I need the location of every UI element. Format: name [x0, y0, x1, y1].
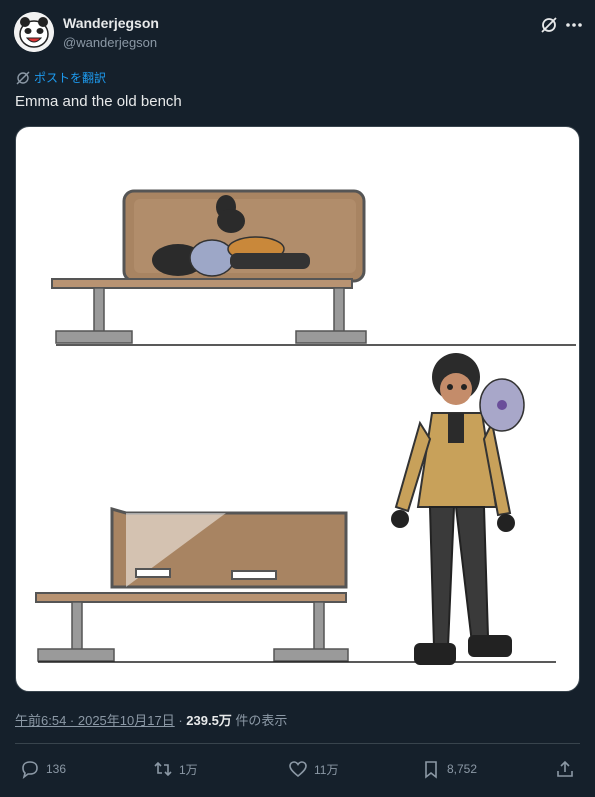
- share-icon: [557, 760, 573, 777]
- bookmark-button[interactable]: 8,752: [421, 755, 477, 783]
- post-meta: 午前6:54 · 2025年10月17日 · 239.5万 件の表示: [15, 710, 287, 729]
- view-count: 239.5万: [186, 713, 232, 728]
- post-text: Emma and the old bench: [15, 93, 182, 110]
- author-names[interactable]: Wanderjegson @wanderjegson: [63, 14, 159, 52]
- timestamp-link[interactable]: 午前6:54 · 2025年10月17日: [15, 713, 175, 728]
- grok-icon[interactable]: [540, 16, 558, 34]
- display-name[interactable]: Wanderjegson: [63, 14, 159, 32]
- handle[interactable]: @wanderjegson: [63, 34, 159, 52]
- standing-emma: [391, 353, 525, 665]
- like-button[interactable]: 11万: [288, 755, 338, 783]
- reply-button[interactable]: 136: [20, 755, 66, 783]
- translate-label[interactable]: ポストを翻訳: [34, 69, 106, 86]
- avatar[interactable]: [14, 12, 54, 52]
- like-icon: [289, 761, 307, 778]
- bookmark-icon: [425, 761, 437, 779]
- share-button[interactable]: [555, 755, 575, 783]
- top-bench: [51, 189, 576, 346]
- repost-icon: [154, 761, 172, 777]
- post-header: Wanderjegson @wanderjegson: [14, 10, 584, 54]
- translate-icon: [16, 71, 30, 84]
- reply-icon: [22, 761, 38, 779]
- action-bar: 136 1万 11万 8,752: [15, 755, 580, 783]
- translate-post-link[interactable]: ポストを翻訳: [16, 69, 106, 86]
- reply-count: 136: [46, 762, 67, 776]
- post-image[interactable]: [15, 126, 580, 692]
- meta-separator: ·: [174, 713, 187, 728]
- illustration: [35, 189, 576, 665]
- like-count: 11万: [314, 762, 339, 777]
- divider-top: [15, 743, 580, 744]
- bookmark-count: 8,752: [447, 762, 478, 776]
- repost-count: 1万: [179, 762, 198, 777]
- repost-button[interactable]: 1万: [153, 755, 198, 783]
- views-suffix: 件の表示: [231, 713, 288, 728]
- more-icon[interactable]: [564, 16, 584, 34]
